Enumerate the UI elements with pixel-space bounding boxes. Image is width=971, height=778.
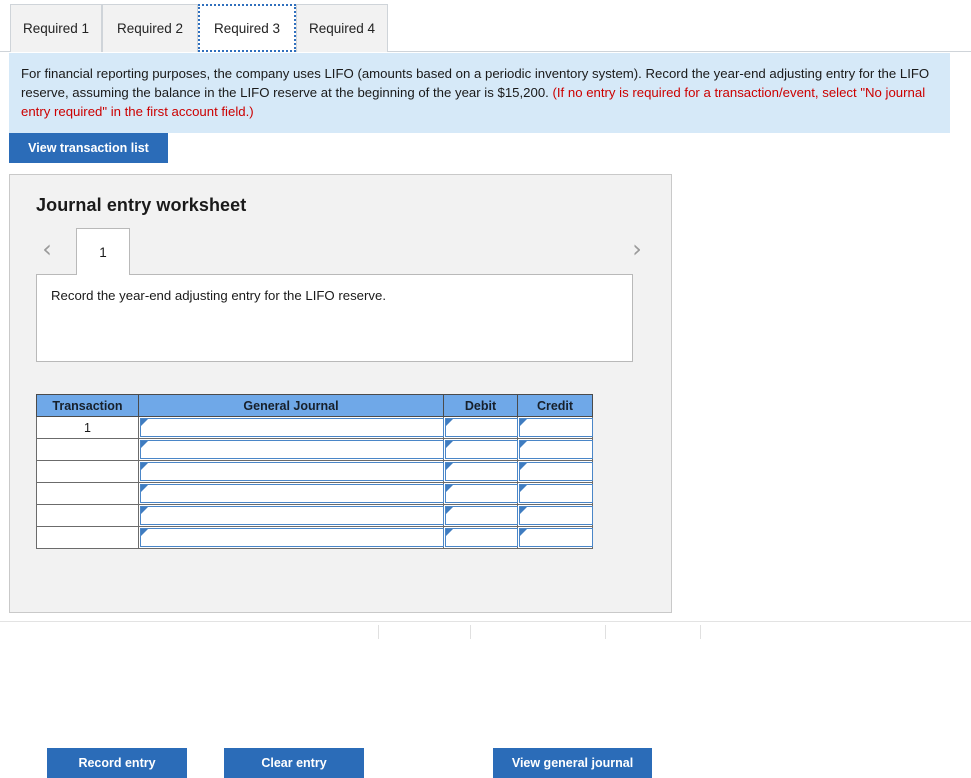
tab-required-4-label: Required 4 <box>308 21 376 36</box>
general-journal-input[interactable] <box>140 528 444 547</box>
chevron-right-icon[interactable]: › <box>626 232 648 266</box>
table-row <box>36 482 593 505</box>
general-journal-cell <box>138 526 444 549</box>
clear-entry-button[interactable]: Clear entry <box>224 748 364 778</box>
worksheet-page-tab-1[interactable]: 1 <box>76 228 130 275</box>
transaction-number-cell <box>36 504 139 527</box>
journal-entry-table: Transaction General Journal Debit Credit… <box>36 394 593 549</box>
general-journal-input[interactable] <box>140 440 444 459</box>
credit-cell <box>517 460 593 483</box>
view-general-journal-button[interactable]: View general journal <box>493 748 652 778</box>
debit-cell <box>443 416 518 439</box>
debit-cell <box>443 504 518 527</box>
credit-cell <box>517 438 593 461</box>
table-row <box>36 504 593 527</box>
table-row <box>36 460 593 483</box>
credit-input[interactable] <box>519 440 593 459</box>
transaction-number-cell: 1 <box>36 416 139 439</box>
worksheet-pager: ‹ 1 › <box>36 228 648 275</box>
bottom-table-divider <box>700 625 701 639</box>
record-entry-button[interactable]: Record entry <box>47 748 187 778</box>
bottom-table-divider <box>605 625 606 639</box>
debit-cell <box>443 460 518 483</box>
transaction-number-cell <box>36 482 139 505</box>
required-tab-strip: Required 1 Required 2 Required 3 Require… <box>0 0 971 52</box>
column-header-debit: Debit <box>443 394 518 417</box>
general-journal-cell <box>138 460 444 483</box>
credit-input[interactable] <box>519 484 593 503</box>
table-row <box>36 438 593 461</box>
debit-cell <box>443 526 518 549</box>
general-journal-input[interactable] <box>140 484 444 503</box>
tab-required-3-label: Required 3 <box>213 20 281 36</box>
general-journal-cell <box>138 416 444 439</box>
instruction-panel: For financial reporting purposes, the co… <box>9 53 950 133</box>
journal-entry-worksheet-panel: Journal entry worksheet ‹ 1 › Record the… <box>9 174 672 778</box>
worksheet-page-number: 1 <box>99 244 107 260</box>
bottom-table-divider <box>378 625 379 639</box>
column-header-transaction: Transaction <box>36 394 139 417</box>
tab-required-3[interactable]: Required 3 <box>198 4 296 52</box>
transaction-number-cell <box>36 526 139 549</box>
worksheet-prompt-box: Record the year-end adjusting entry for … <box>36 274 633 362</box>
general-journal-input[interactable] <box>140 462 444 481</box>
credit-cell <box>517 482 593 505</box>
debit-cell <box>443 482 518 505</box>
table-row: 1 <box>36 416 593 439</box>
tab-required-1-label: Required 1 <box>22 21 90 36</box>
worksheet-prompt-text: Record the year-end adjusting entry for … <box>51 288 386 303</box>
debit-input[interactable] <box>445 528 518 547</box>
bottom-table-divider <box>470 625 471 639</box>
debit-cell <box>443 438 518 461</box>
credit-input[interactable] <box>519 528 593 547</box>
table-row <box>36 526 593 549</box>
general-journal-input[interactable] <box>140 418 444 437</box>
credit-cell <box>517 416 593 439</box>
column-header-general-journal: General Journal <box>138 394 444 417</box>
bottom-partial-table <box>0 621 971 639</box>
credit-cell <box>517 504 593 527</box>
debit-input[interactable] <box>445 462 518 481</box>
worksheet-title: Journal entry worksheet <box>36 195 247 215</box>
transaction-number-cell <box>36 460 139 483</box>
tab-required-2-label: Required 2 <box>116 21 184 36</box>
credit-input[interactable] <box>519 506 593 525</box>
chevron-left-icon[interactable]: ‹ <box>36 232 58 266</box>
transaction-number-cell <box>36 438 139 461</box>
view-transaction-list-button[interactable]: View transaction list <box>9 133 168 163</box>
debit-input[interactable] <box>445 484 518 503</box>
table-header-row: Transaction General Journal Debit Credit <box>36 394 593 417</box>
debit-input[interactable] <box>445 506 518 525</box>
general-journal-cell <box>138 438 444 461</box>
general-journal-cell <box>138 482 444 505</box>
column-header-credit: Credit <box>517 394 593 417</box>
tab-required-2[interactable]: Required 2 <box>102 4 198 52</box>
tab-required-4[interactable]: Required 4 <box>296 4 388 52</box>
general-journal-cell <box>138 504 444 527</box>
credit-input[interactable] <box>519 462 593 481</box>
credit-input[interactable] <box>519 418 593 437</box>
debit-input[interactable] <box>445 418 518 437</box>
general-journal-input[interactable] <box>140 506 444 525</box>
tab-required-1[interactable]: Required 1 <box>10 4 102 52</box>
credit-cell <box>517 526 593 549</box>
debit-input[interactable] <box>445 440 518 459</box>
